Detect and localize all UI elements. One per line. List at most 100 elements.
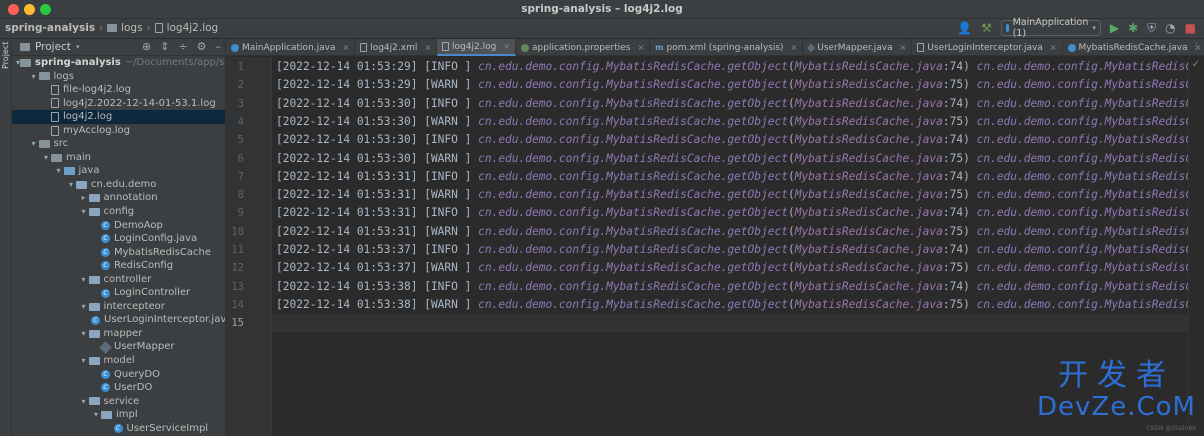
- breadcrumb: spring-analysis › logs › log4j2.log: [5, 22, 218, 34]
- chevron-down-icon[interactable]: ▾: [79, 273, 89, 287]
- editor-tab[interactable]: MybatisRedisCache.java ×: [1063, 39, 1204, 56]
- editor-tab-label: pom.xml (spring-analysis): [666, 42, 784, 53]
- tree-item[interactable]: ▾ controller: [12, 273, 225, 287]
- open-paren: (: [787, 279, 795, 293]
- hammer-icon[interactable]: ⚒: [981, 20, 992, 36]
- close-icon[interactable]: ×: [1050, 43, 1057, 52]
- user-icon[interactable]: 👤: [957, 20, 972, 36]
- chevron-down-icon[interactable]: ▾: [66, 178, 76, 192]
- coverage-icon[interactable]: ⛨: [1147, 20, 1156, 36]
- tree-item[interactable]: C UserDO: [12, 381, 225, 395]
- expand-all-icon[interactable]: ÷: [178, 40, 187, 53]
- editor-tab[interactable]: m pom.xml (spring-analysis) ×: [650, 39, 804, 56]
- log-logger: cn.edu.demo.config.MybatisRedisCache -: [976, 96, 1188, 110]
- package-icon: [88, 356, 100, 365]
- tree-item[interactable]: C MybatisRedisCache: [12, 246, 225, 260]
- breadcrumb-file[interactable]: log4j2.log: [167, 22, 219, 34]
- line-number: 8: [237, 189, 244, 202]
- file-icon: [154, 23, 163, 33]
- log-level: [WARN ]: [424, 297, 472, 311]
- tree-item[interactable]: ▾ config: [12, 205, 225, 219]
- close-icon[interactable]: ×: [343, 43, 350, 52]
- tree-item[interactable]: C DemoAop: [12, 219, 225, 233]
- close-icon[interactable]: ×: [503, 42, 510, 51]
- tree-item[interactable]: ▾ src: [12, 137, 225, 151]
- chevron-right-icon[interactable]: ▸: [79, 191, 89, 205]
- tree-item[interactable]: ▾ java: [12, 164, 225, 178]
- tree-item[interactable]: file-log4j2.log: [12, 83, 225, 97]
- close-icon[interactable]: ×: [791, 43, 798, 52]
- tree-item[interactable]: ▾ intercepteor: [12, 300, 225, 314]
- chevron-down-icon[interactable]: ▾: [29, 70, 39, 84]
- project-panel-title[interactable]: Project: [35, 41, 71, 53]
- project-icon: [20, 43, 30, 51]
- chevron-down-icon[interactable]: ▾: [41, 151, 51, 165]
- editor-tab[interactable]: UserLoginInterceptor.java ×: [912, 39, 1063, 56]
- log-file-icon: [51, 84, 59, 95]
- chevron-down-icon[interactable]: ▾: [79, 205, 89, 219]
- locate-icon[interactable]: ⊕: [142, 40, 151, 53]
- more-tabs-icon[interactable]: ⋮: [1192, 42, 1201, 52]
- tree-item[interactable]: myAcclog.log: [12, 124, 225, 138]
- line-number: 1: [237, 61, 244, 73]
- debug-icon[interactable]: ✱: [1128, 20, 1138, 36]
- java-class-icon: C: [101, 383, 110, 393]
- tree-item[interactable]: C LoginController: [12, 286, 225, 300]
- chevron-down-icon[interactable]: ▾: [79, 300, 89, 314]
- tree-item[interactable]: ▾spring-analysis~/Documents/app/spring-a: [12, 56, 225, 70]
- tree-item-label: java: [78, 165, 100, 177]
- close-paren: ): [963, 169, 977, 183]
- tree-item[interactable]: ▾ cn.edu.demo: [12, 178, 225, 192]
- log-method: cn.edu.demo.config.MybatisRedisCache.get…: [478, 78, 788, 92]
- chevron-down-icon[interactable]: ▾: [76, 43, 80, 51]
- chevron-down-icon[interactable]: ▾: [91, 408, 101, 422]
- editor-tab[interactable]: application.properties ×: [516, 39, 651, 56]
- editor-tab[interactable]: log4j2.log ×: [437, 39, 517, 56]
- breadcrumb-project[interactable]: spring-analysis: [5, 22, 95, 34]
- collapse-all-icon[interactable]: ⇕: [160, 40, 169, 53]
- tree-item[interactable]: C RedisConfig: [12, 259, 225, 273]
- tree-item[interactable]: ▾ model: [12, 354, 225, 368]
- tree-item[interactable]: C QueryDO: [12, 368, 225, 382]
- editor-tab[interactable]: MainApplication.java ×: [226, 39, 356, 56]
- tree-item[interactable]: log4j2.2022-12-14-01-53.1.log: [12, 97, 225, 111]
- tree-item[interactable]: ▾ mapper: [12, 327, 225, 341]
- tree-item[interactable]: C UserLoginInterceptor.java: [12, 313, 225, 327]
- tree-item[interactable]: C UserServiceImpl: [12, 422, 225, 436]
- log-line: [2022-12-14 01:53:38] [WARN ] cn.edu.dem…: [276, 296, 1188, 314]
- tree-item[interactable]: ▾ service: [12, 395, 225, 409]
- tree-item[interactable]: C LoginConfig.java: [12, 232, 225, 246]
- chevron-down-icon[interactable]: ▾: [29, 137, 39, 151]
- chevron-down-icon[interactable]: ▾: [79, 354, 89, 368]
- breadcrumb-folder[interactable]: logs: [121, 22, 142, 34]
- chevron-down-icon[interactable]: ▾: [54, 164, 64, 178]
- chevron-down-icon[interactable]: ▾: [79, 395, 89, 409]
- java-class-icon: [1067, 43, 1076, 52]
- chevron-down-icon[interactable]: ▾: [79, 327, 89, 341]
- editor-tab[interactable]: log4j2.xml ×: [355, 39, 438, 56]
- tree-item[interactable]: ▸ annotation: [12, 191, 225, 205]
- maven-icon: m: [655, 43, 664, 52]
- close-icon[interactable]: ×: [637, 43, 644, 52]
- log-source-line: 74: [949, 96, 964, 110]
- log-method: cn.edu.demo.config.MybatisRedisCache.get…: [478, 169, 788, 183]
- inspection-ok-icon[interactable]: ✓: [1192, 59, 1200, 70]
- run-configuration-select[interactable]: MainApplication (1) ▾: [1000, 17, 1101, 39]
- tree-item[interactable]: ▾ impl: [12, 408, 225, 422]
- editor-tab[interactable]: UserMapper.java ×: [803, 39, 913, 56]
- mapper-interface-icon: [806, 43, 816, 52]
- project-tool-tab[interactable]: Project: [1, 42, 11, 69]
- tree-item-label: logs: [53, 70, 74, 82]
- close-icon[interactable]: ×: [424, 43, 431, 52]
- log-source-line: 74: [949, 243, 964, 256]
- gear-icon[interactable]: ⚙: [197, 40, 207, 53]
- tree-item[interactable]: log4j2.log: [12, 110, 225, 124]
- hide-icon[interactable]: –: [216, 40, 222, 53]
- stop-icon[interactable]: ■: [1185, 20, 1196, 36]
- run-icon[interactable]: ▶: [1110, 20, 1119, 36]
- close-icon[interactable]: ×: [900, 43, 907, 52]
- tree-item[interactable]: ▾ main: [12, 151, 225, 165]
- tree-item[interactable]: UserMapper: [12, 340, 225, 354]
- tree-item[interactable]: ▾ logs: [12, 70, 225, 84]
- profile-icon[interactable]: ◔: [1165, 20, 1175, 36]
